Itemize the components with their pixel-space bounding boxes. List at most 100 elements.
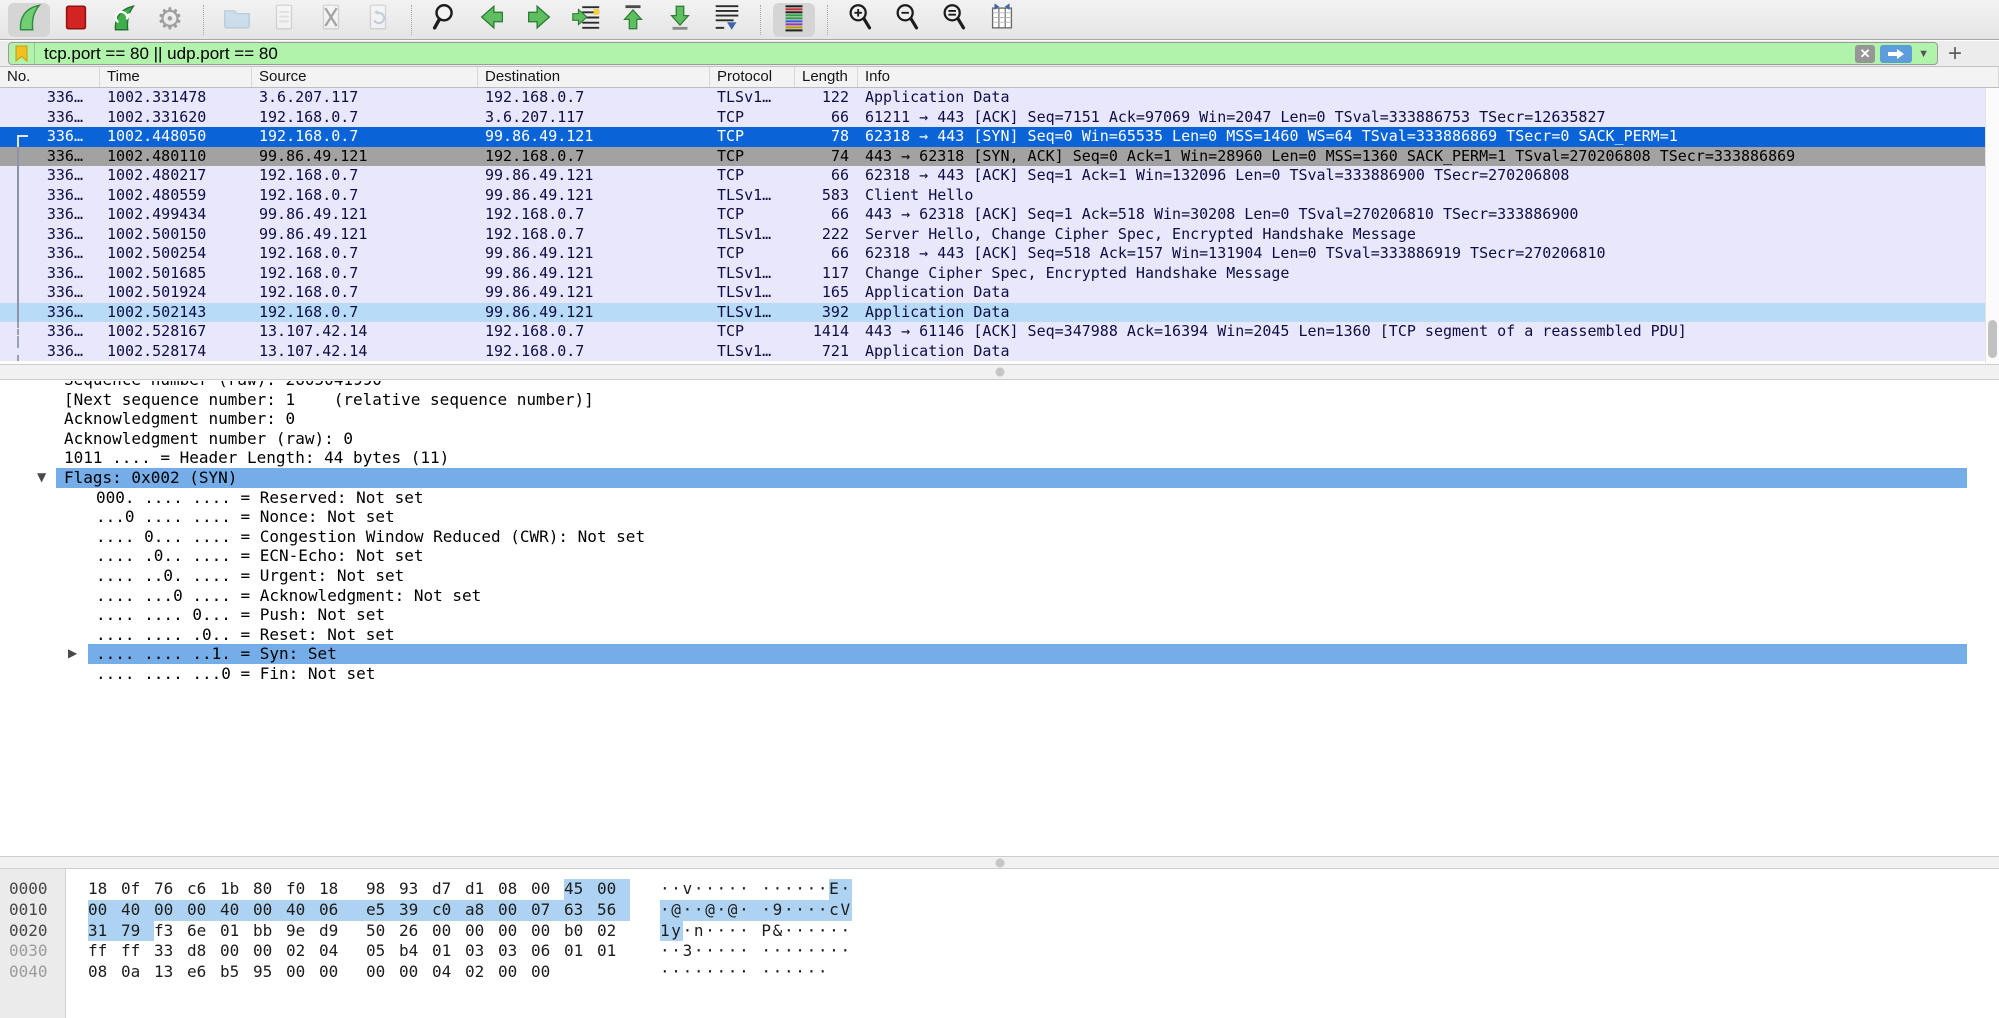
ascii-char[interactable]: · [660,900,671,921]
packet-row[interactable]: 336…1002.500254192.168.0.799.86.49.121TC… [0,244,1985,264]
hex-byte[interactable]: 45 [564,879,597,900]
ascii-char[interactable]: · [750,879,772,900]
hex-byte[interactable]: 00 [531,879,564,900]
ascii-char[interactable]: · [739,962,750,983]
capture-options-button[interactable]: ⚙ [149,3,191,37]
ascii-char[interactable]: · [716,879,727,900]
hex-byte[interactable]: 05 [352,941,399,962]
ascii-char[interactable]: · [773,879,784,900]
ascii-char[interactable]: · [728,921,739,942]
ascii-char[interactable]: · [829,941,840,962]
zoom-out-button[interactable] [887,3,929,37]
filter-add-button[interactable]: + [1938,42,1972,66]
ascii-char[interactable]: 9 [773,900,784,921]
ascii-char[interactable]: · [705,879,716,900]
ascii-char[interactable]: · [840,879,851,900]
hex-byte[interactable]: 00 [352,962,399,983]
ascii-char[interactable]: V [840,900,851,921]
hex-byte[interactable]: 03 [465,941,498,962]
ascii-char[interactable]: @ [671,900,682,921]
hex-byte[interactable]: 03 [498,941,531,962]
filter-clear-button[interactable]: ✕ [1855,45,1875,63]
ascii-char[interactable]: · [773,962,784,983]
ascii-char[interactable]: · [716,962,727,983]
hex-byte[interactable]: c6 [187,879,220,900]
open-file-button[interactable] [216,3,258,37]
detail-line[interactable]: ▼Flags: 0x002 (SYN) [0,468,1999,488]
display-filter-input[interactable]: tcp.port == 80 || udp.port == 80 ✕ ▼ [8,42,1938,65]
detail-line[interactable]: Sequence number (raw): 2605041990 [0,381,1999,390]
column-header-dest[interactable]: Destination [478,67,710,87]
packet-row[interactable]: 336…1002.480559192.168.0.799.86.49.121TL… [0,186,1985,206]
hex-byte[interactable]: 00 [597,879,630,900]
hex-byte[interactable]: b5 [220,962,253,983]
hex-byte[interactable]: 00 [531,962,564,983]
ascii-char[interactable]: · [671,879,682,900]
hex-byte[interactable]: 93 [399,879,432,900]
ascii-char[interactable]: · [795,921,806,942]
detail-line[interactable]: .... .0.. .... = ECN-Echo: Not set [0,546,1999,566]
ascii-char[interactable]: · [739,900,750,921]
ascii-char[interactable]: · [795,879,806,900]
save-file-button[interactable] [263,3,305,37]
hex-byte[interactable]: 33 [154,941,187,962]
ascii-char[interactable]: · [705,962,716,983]
detail-line[interactable]: 1011 .... = Header Length: 44 bytes (11) [0,448,1999,468]
go-to-top-button[interactable] [612,3,654,37]
ascii-char[interactable]: · [739,941,750,962]
ascii-char[interactable]: @ [728,900,739,921]
hex-byte[interactable]: d8 [187,941,220,962]
hex-byte[interactable]: 79 [121,921,154,942]
packet-row[interactable]: 336…1002.502143192.168.0.799.86.49.121TL… [0,303,1985,323]
ascii-char[interactable]: · [795,941,806,962]
ascii-char[interactable]: · [683,962,694,983]
resize-columns-button[interactable] [981,3,1023,37]
hex-byte[interactable]: 02 [465,962,498,983]
ascii-char[interactable]: · [671,962,682,983]
hex-byte[interactable]: 00 [253,941,286,962]
ascii-char[interactable]: · [840,941,851,962]
hex-byte[interactable]: 01 [564,941,597,962]
ascii-char[interactable]: · [840,921,851,942]
hex-byte[interactable]: d7 [432,879,465,900]
hex-byte[interactable]: e5 [352,900,399,921]
hex-byte[interactable]: f3 [154,921,187,942]
hex-byte[interactable]: bb [253,921,286,942]
hex-byte[interactable]: a8 [465,900,498,921]
hex-byte[interactable]: b4 [399,941,432,962]
ascii-char[interactable]: · [750,941,772,962]
detail-line[interactable]: .... .... ...0 = Fin: Not set [0,664,1999,684]
detail-line[interactable]: .... 0... .... = Congestion Window Reduc… [0,527,1999,547]
detail-line[interactable]: Acknowledgment number: 0 [0,409,1999,429]
ascii-char[interactable]: · [795,900,806,921]
ascii-char[interactable]: P [750,921,772,942]
ascii-char[interactable]: · [795,962,806,983]
hex-byte[interactable]: 06 [319,900,352,921]
hex-byte[interactable]: d9 [319,921,352,942]
collapse-triangle-icon[interactable]: ▼ [37,468,46,488]
detail-line[interactable]: .... ..0. .... = Urgent: Not set [0,566,1999,586]
ascii-char[interactable]: · [739,879,750,900]
hex-byte[interactable]: 02 [597,921,630,942]
ascii-char[interactable]: · [705,941,716,962]
hex-byte[interactable]: ff [88,941,121,962]
hex-byte[interactable]: 00 [253,900,286,921]
hex-byte[interactable]: 50 [352,921,399,942]
hex-byte[interactable]: 98 [352,879,399,900]
hex-byte[interactable]: 00 [531,921,564,942]
ascii-char[interactable]: · [818,941,829,962]
hex-byte[interactable]: ff [121,941,154,962]
ascii-char[interactable]: · [728,941,739,962]
ascii-char[interactable]: · [694,900,705,921]
hex-byte[interactable]: 76 [154,879,187,900]
find-packet-button[interactable] [424,3,466,37]
ascii-char[interactable]: · [818,900,829,921]
ascii-char[interactable]: · [716,921,727,942]
hex-byte[interactable]: 00 [432,921,465,942]
ascii-char[interactable]: · [694,962,705,983]
auto-scroll-button[interactable] [706,3,748,37]
hex-byte[interactable]: 06 [531,941,564,962]
ascii-char[interactable]: · [660,879,671,900]
ascii-char[interactable]: · [716,900,727,921]
ascii-char[interactable]: · [694,941,705,962]
